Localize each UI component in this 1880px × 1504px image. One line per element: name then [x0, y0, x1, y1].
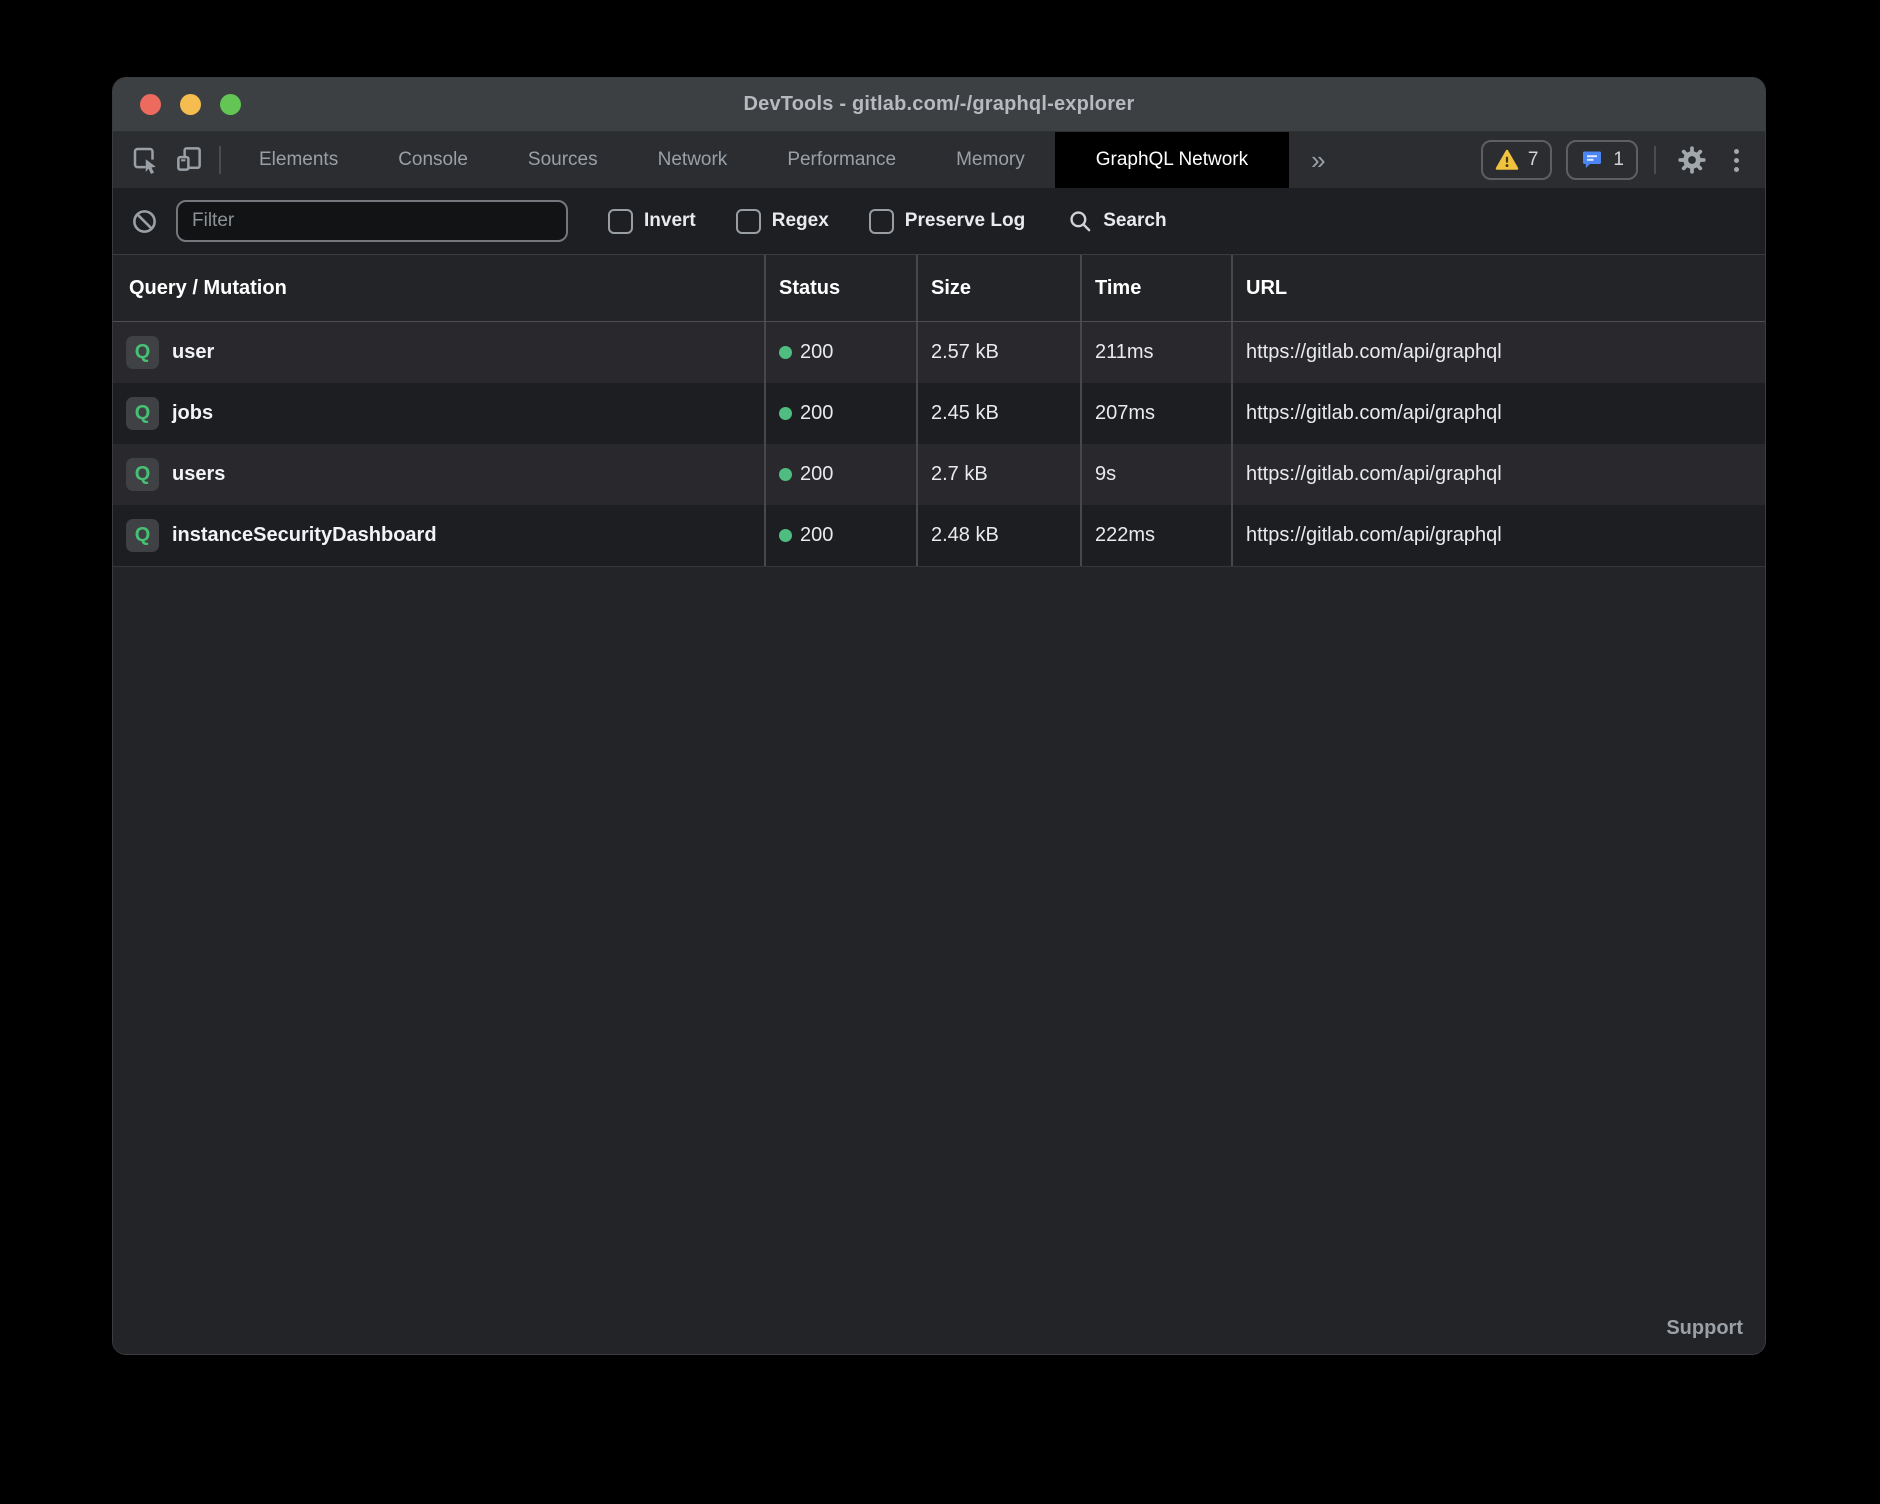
size-value: 2.45 kB: [918, 383, 1082, 444]
request-url: https://gitlab.com/api/graphql: [1233, 444, 1765, 505]
warnings-badge-button[interactable]: 7: [1481, 140, 1553, 180]
time-value: 222ms: [1082, 505, 1233, 566]
status-code: 200: [800, 463, 833, 486]
filter-input[interactable]: [176, 200, 568, 242]
filter-bar: Invert Regex Preserve Log Search: [113, 188, 1765, 255]
titlebar: DevTools - gitlab.com/-/graphql-explorer: [113, 78, 1765, 132]
preserve-log-label: Preserve Log: [905, 210, 1025, 232]
status-ok-dot-icon: [779, 346, 792, 359]
table-row[interactable]: Q jobs 200 2.45 kB 207ms https://gitlab.…: [113, 383, 1765, 444]
tab-performance[interactable]: Performance: [757, 132, 926, 188]
device-toolbar-button[interactable]: [167, 132, 211, 188]
invert-checkbox[interactable]: [608, 209, 633, 234]
invert-checkbox-group: Invert: [608, 209, 696, 234]
search-label: Search: [1103, 210, 1166, 232]
tab-memory[interactable]: Memory: [926, 132, 1055, 188]
preserve-log-checkbox-group: Preserve Log: [869, 209, 1025, 234]
devtools-toolbar: Elements Console Sources Network Perform…: [113, 132, 1765, 188]
column-header-status[interactable]: Status: [766, 255, 918, 321]
more-tabs-button[interactable]: »: [1289, 132, 1347, 188]
preserve-log-checkbox[interactable]: [869, 209, 894, 234]
regex-label: Regex: [772, 210, 829, 232]
query-type-badge: Q: [126, 336, 159, 369]
request-url: https://gitlab.com/api/graphql: [1233, 383, 1765, 444]
table-row[interactable]: Q instanceSecurityDashboard 200 2.48 kB …: [113, 505, 1765, 566]
status-ok-dot-icon: [779, 529, 792, 542]
request-url: https://gitlab.com/api/graphql: [1233, 322, 1765, 383]
status-code: 200: [800, 402, 833, 425]
table-header: Query / Mutation Status Size Time URL: [113, 255, 1765, 322]
invert-label: Invert: [644, 210, 696, 232]
column-header-size[interactable]: Size: [918, 255, 1082, 321]
table-row[interactable]: Q users 200 2.7 kB 9s https://gitlab.com…: [113, 444, 1765, 505]
column-header-url[interactable]: URL: [1233, 255, 1765, 321]
chevron-double-right-icon: »: [1311, 145, 1325, 176]
kebab-menu-icon: [1734, 149, 1739, 154]
screen-background: DevTools - gitlab.com/-/graphql-explorer: [0, 0, 1880, 1504]
time-value: 9s: [1082, 444, 1233, 505]
tab-graphql-network[interactable]: GraphQL Network: [1055, 132, 1289, 188]
query-type-badge: Q: [126, 397, 159, 430]
regex-checkbox[interactable]: [736, 209, 761, 234]
issues-badge-button[interactable]: 1: [1566, 140, 1638, 180]
warning-count: 7: [1528, 149, 1539, 171]
request-table: Q user 200 2.57 kB 211ms https://gitlab.…: [113, 322, 1765, 567]
operation-name: user: [172, 341, 214, 364]
tab-console[interactable]: Console: [368, 132, 498, 188]
status-code: 200: [800, 341, 833, 364]
table-row[interactable]: Q user 200 2.57 kB 211ms https://gitlab.…: [113, 322, 1765, 383]
toolbar-right-cluster: 7 1: [1481, 132, 1747, 188]
search-button[interactable]: Search: [1067, 208, 1166, 234]
tab-elements[interactable]: Elements: [229, 132, 368, 188]
block-icon: [131, 208, 158, 235]
clear-filter-button[interactable]: [131, 208, 158, 235]
toolbar-right-divider: [1654, 146, 1656, 174]
toolbar-divider: [219, 146, 221, 174]
status-ok-dot-icon: [779, 407, 792, 420]
tab-sources[interactable]: Sources: [498, 132, 628, 188]
operation-name: users: [172, 463, 225, 486]
status-ok-dot-icon: [779, 468, 792, 481]
support-link[interactable]: Support: [1666, 1317, 1743, 1340]
request-url: https://gitlab.com/api/graphql: [1233, 505, 1765, 566]
more-options-button[interactable]: [1726, 145, 1747, 176]
time-value: 207ms: [1082, 383, 1233, 444]
gear-icon: [1676, 144, 1708, 176]
search-icon: [1067, 208, 1093, 234]
device-toolbar-icon: [174, 144, 204, 177]
column-header-query-mutation[interactable]: Query / Mutation: [113, 255, 766, 321]
issues-count: 1: [1613, 149, 1624, 171]
size-value: 2.57 kB: [918, 322, 1082, 383]
operation-name: instanceSecurityDashboard: [172, 524, 437, 547]
query-type-badge: Q: [126, 519, 159, 552]
regex-checkbox-group: Regex: [736, 209, 829, 234]
settings-button[interactable]: [1672, 140, 1712, 180]
status-code: 200: [800, 524, 833, 547]
size-value: 2.7 kB: [918, 444, 1082, 505]
inspect-cursor-icon: [130, 144, 160, 177]
tab-network[interactable]: Network: [628, 132, 758, 188]
panel-empty-area: Support: [113, 567, 1765, 1354]
devtools-window: DevTools - gitlab.com/-/graphql-explorer: [112, 77, 1766, 1355]
time-value: 211ms: [1082, 322, 1233, 383]
message-bubble-icon: [1580, 148, 1604, 172]
warning-triangle-icon: [1495, 148, 1519, 172]
operation-name: jobs: [172, 402, 213, 425]
window-title: DevTools - gitlab.com/-/graphql-explorer: [113, 93, 1765, 116]
column-header-time[interactable]: Time: [1082, 255, 1233, 321]
inspect-element-button[interactable]: [123, 132, 167, 188]
query-type-badge: Q: [126, 458, 159, 491]
size-value: 2.48 kB: [918, 505, 1082, 566]
